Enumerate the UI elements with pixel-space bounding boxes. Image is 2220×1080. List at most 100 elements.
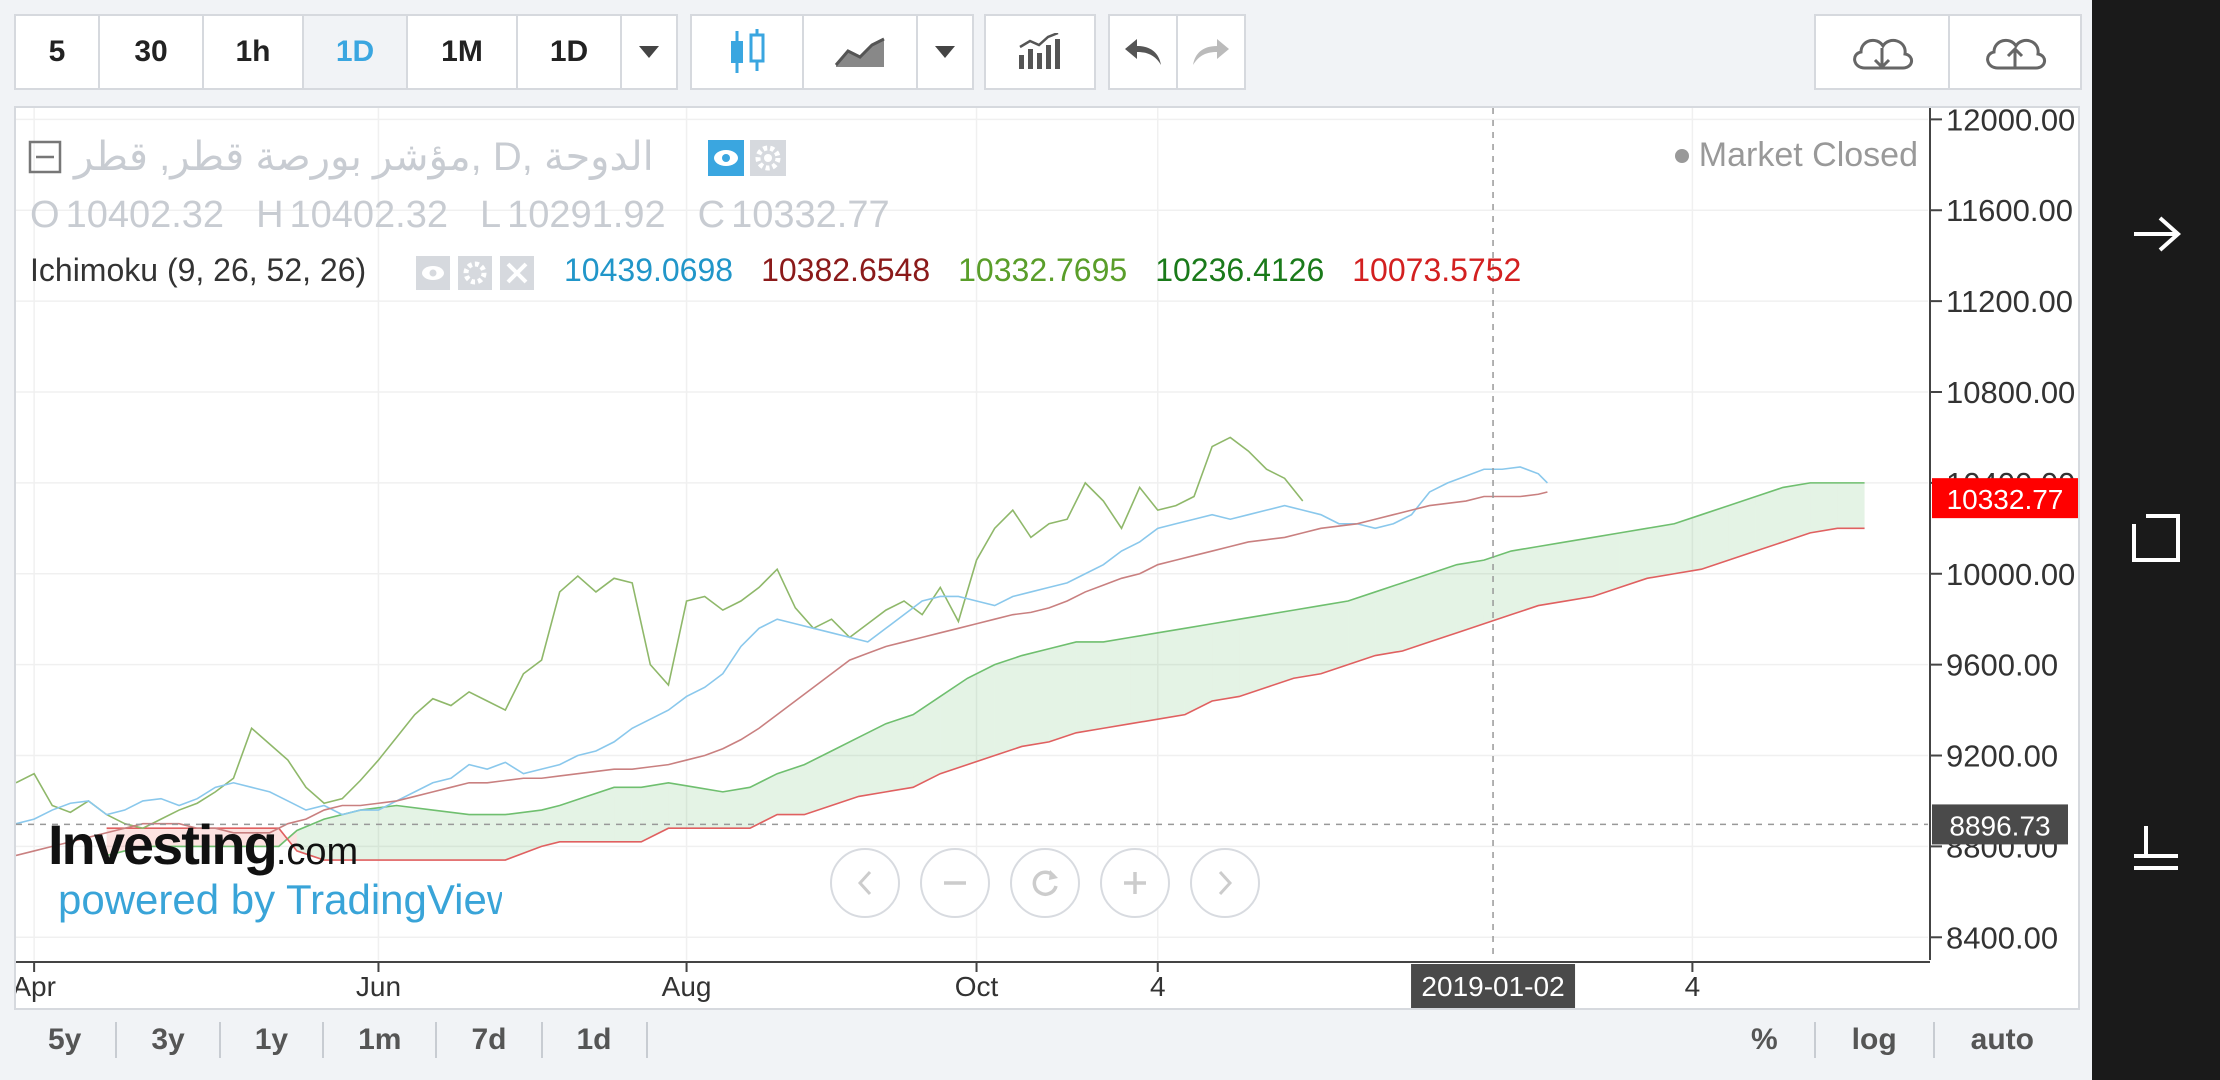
indicators-button[interactable] (986, 16, 1094, 88)
bottom-toolbar: 5y 3y 1y 1m 7d 1d % log auto (14, 1010, 2080, 1070)
undo-icon (1125, 39, 1161, 65)
cloud-segment-42 (1320, 601, 1349, 674)
chart-type-dropdown-button[interactable] (918, 16, 972, 88)
indicator-value-4: 10073.5752 (1352, 252, 1522, 288)
y-tick-label-6: 10800.00 (1946, 375, 2075, 410)
y-tick-label-2: 9200.00 (1946, 739, 2058, 774)
indicator-value-3: 10236.4126 (1155, 252, 1325, 288)
cloud-segment-44 (1375, 582, 1403, 656)
cloud-segment-49 (1511, 546, 1539, 615)
cloud-segment-59 (1783, 482, 1811, 542)
cloud-segment-34 (1103, 637, 1131, 729)
range-3y[interactable]: 3y (117, 1022, 221, 1058)
cloud-segment-30 (994, 655, 1022, 756)
range-5y[interactable]: 5y (14, 1022, 118, 1058)
chevron-left-icon (857, 870, 872, 896)
auto-scale-toggle[interactable]: auto (1935, 1022, 2070, 1058)
range-1d[interactable]: 1d (543, 1022, 648, 1058)
scroll-right-button[interactable] (1190, 848, 1260, 918)
cloud-segment-23 (804, 750, 832, 815)
interval-dropdown-button[interactable] (622, 16, 676, 88)
cloud-segment-27 (913, 696, 941, 788)
cloud-segment-28 (940, 678, 968, 774)
cloud-segment-53 (1619, 528, 1648, 588)
indicator-values: 10439.0698 10382.6548 10332.7695 10236.4126… (564, 252, 1521, 289)
interval-button-5[interactable]: 5 (16, 16, 100, 88)
cloud-segment-35 (1130, 632, 1158, 724)
indicator-eye-icon[interactable] (416, 256, 450, 290)
indicator-close-icon[interactable] (500, 256, 534, 290)
range-1y[interactable]: 1y (221, 1022, 325, 1058)
interval-button-1h[interactable]: 1h (204, 16, 304, 88)
ohlc-low-label: L (480, 194, 502, 236)
candles-button[interactable] (692, 16, 804, 88)
chevron-down-icon (639, 46, 659, 58)
cloud-segment-8 (360, 805, 397, 861)
chart-nav-buttons (830, 848, 1260, 918)
scroll-left-button[interactable] (830, 848, 900, 918)
range-1m[interactable]: 1m (324, 1022, 438, 1058)
recents-icon[interactable] (2126, 816, 2186, 876)
cloud-segment-36 (1157, 628, 1185, 720)
x-tick-label-4: 4 (1150, 971, 1166, 1002)
indicator-gear-icon[interactable] (458, 256, 492, 290)
cloud-segment-32 (1049, 641, 1077, 742)
cloud-segment-26 (885, 714, 914, 792)
x-tick-label-3: Oct (955, 971, 999, 1002)
save-layout-button[interactable] (1950, 16, 2080, 88)
percent-scale-toggle[interactable]: % (1715, 1022, 1816, 1058)
interval-button-current[interactable]: 1D (518, 16, 622, 88)
collapse-legend-icon[interactable] (28, 140, 62, 174)
series-line-lagging (16, 436, 1304, 830)
log-scale-toggle[interactable]: log (1816, 1022, 1935, 1058)
x-tick-label-1: Jun (356, 971, 401, 1002)
x-tick-label-5: 4 (1685, 971, 1701, 1002)
cloud-segment-10 (432, 810, 470, 861)
gear-icon[interactable] (750, 140, 786, 176)
ohlc-low: 10291.92 (507, 194, 666, 236)
home-square-icon[interactable] (2126, 508, 2186, 568)
redo-icon (1193, 39, 1229, 65)
ohlc-high: 10402.32 (289, 194, 449, 236)
back-gesture-icon[interactable] (2126, 204, 2186, 264)
app: 5 30 1h 1D 1M 1D 8400.00 8800.00 9200.00… (0, 0, 2092, 1080)
range-7d[interactable]: 7d (437, 1022, 543, 1058)
indicator-name: Ichimoku (9, 26, 52, 26) (30, 252, 367, 288)
chevron-down-icon (935, 46, 955, 58)
reset-button[interactable] (1010, 848, 1080, 918)
eye-icon[interactable] (708, 140, 744, 176)
logo-suffix: .com (275, 831, 359, 873)
investing-logo: Investing.com (48, 812, 358, 877)
chevron-right-icon (1218, 870, 1233, 896)
symbol-title: الدوحة ,D ,مؤشر بورصة قطر, قطر (74, 135, 654, 179)
line-type-button[interactable] (804, 16, 918, 88)
interval-button-30[interactable]: 30 (100, 16, 204, 88)
undo-button[interactable] (1110, 16, 1178, 88)
interval-button-1d[interactable]: 1D (304, 16, 408, 88)
interval-button-1m[interactable]: 1M (408, 16, 518, 88)
cloud-segment-54 (1647, 523, 1675, 579)
load-layout-button[interactable] (1816, 16, 1950, 88)
cloud-segment-51 (1565, 537, 1593, 602)
zoom-in-button[interactable] (1100, 848, 1170, 918)
zoom-out-button[interactable] (920, 848, 990, 918)
redo-button[interactable] (1178, 16, 1244, 88)
cloud-segment-19 (695, 787, 723, 829)
cloud-segment-50 (1538, 541, 1566, 606)
cloud-segment-39 (1239, 614, 1267, 697)
indicators-icon (1019, 33, 1060, 69)
x-tick-label-2: Aug (662, 971, 712, 1002)
x-tick-label-0: Apr (16, 971, 56, 1002)
powered-by-link[interactable]: powered by TradingView (58, 876, 502, 924)
y-tick-label-4: 10000.00 (1946, 557, 2075, 592)
indicator-value-0: 10439.0698 (564, 252, 734, 288)
cloud-segment-9 (396, 805, 433, 861)
y-tick-label-3: 9600.00 (1946, 648, 2058, 683)
indicator-value-2: 10332.7695 (958, 252, 1128, 288)
cloud-segment-57 (1728, 496, 1756, 561)
interval-group: 5 30 1h 1D 1M 1D (14, 14, 678, 90)
y-tick-label-9: 12000.00 (1946, 108, 2075, 137)
crosshair-time-label: 2019-01-02 (1421, 971, 1564, 1002)
cloud-segment-60 (1810, 482, 1838, 533)
cloud-group (1814, 14, 2082, 90)
